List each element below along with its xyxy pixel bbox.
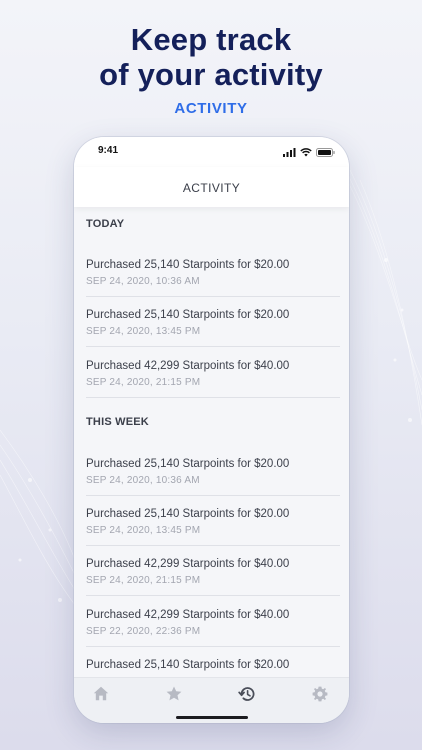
item-date: SEP 24, 2020, 21:15 PM <box>86 575 201 586</box>
list-item[interactable]: Purchased 25,140 Starpoints for $20.00 <box>86 647 340 677</box>
item-date: SEP 22, 2020, 22:36 PM <box>86 626 201 637</box>
item-title: Purchased 25,140 Starpoints for $20.00 <box>86 458 290 470</box>
item-date: SEP 24, 2020, 10:36 AM <box>86 276 200 287</box>
signal-icon <box>283 144 296 162</box>
home-icon <box>93 686 109 706</box>
item-date: SEP 24, 2020, 13:45 PM <box>86 525 201 536</box>
phone-frame: 9:41 ACTIVITY TODAY Purchased 25,140 Sta… <box>74 137 349 723</box>
nav-title: ACTIVITY <box>182 181 241 195</box>
battery-icon <box>316 144 335 162</box>
tab-settings[interactable] <box>310 686 330 706</box>
activity-list[interactable]: TODAY Purchased 25,140 Starpoints for $2… <box>74 207 349 677</box>
item-title: Purchased 25,140 Starpoints for $20.00 <box>86 259 290 271</box>
item-date: SEP 24, 2020, 13:45 PM <box>86 326 201 337</box>
headline-line-2: of your activity <box>99 57 323 92</box>
status-icons <box>283 144 335 162</box>
star-icon <box>166 686 182 706</box>
headline-line-1: Keep track <box>130 22 292 57</box>
tab-favorites[interactable] <box>164 686 184 706</box>
tab-bar <box>74 677 349 723</box>
nav-header: ACTIVITY <box>74 167 349 207</box>
wifi-icon <box>300 144 312 162</box>
section-title-today: TODAY <box>86 218 125 230</box>
section-title-this-week: THIS WEEK <box>86 416 149 428</box>
item-date: SEP 24, 2020, 10:36 AM <box>86 475 200 486</box>
list-item[interactable]: Purchased 25,140 Starpoints for $20.00 S… <box>86 247 340 297</box>
item-title: Purchased 42,299 Starpoints for $40.00 <box>86 558 290 570</box>
home-indicator <box>176 716 248 719</box>
item-title: Purchased 42,299 Starpoints for $40.00 <box>86 609 290 621</box>
status-bar: 9:41 <box>74 137 349 167</box>
item-title: Purchased 25,140 Starpoints for $20.00 <box>86 508 290 520</box>
history-icon <box>238 686 256 707</box>
tab-home[interactable] <box>91 686 111 706</box>
item-title: Purchased 42,299 Starpoints for $40.00 <box>86 360 290 372</box>
gear-icon <box>312 686 328 707</box>
tab-activity[interactable] <box>237 686 257 706</box>
item-title: Purchased 25,140 Starpoints for $20.00 <box>86 309 290 321</box>
list-item[interactable]: Purchased 42,299 Starpoints for $40.00 S… <box>86 348 340 398</box>
page-headline: Keep track of your activity <box>0 22 422 92</box>
list-item[interactable]: Purchased 42,299 Starpoints for $40.00 S… <box>86 597 340 647</box>
list-item[interactable]: Purchased 42,299 Starpoints for $40.00 S… <box>86 546 340 596</box>
list-item[interactable]: Purchased 25,140 Starpoints for $20.00 S… <box>86 446 340 496</box>
item-title: Purchased 25,140 Starpoints for $20.00 <box>86 659 290 671</box>
status-time: 9:41 <box>98 145 119 156</box>
item-date: SEP 24, 2020, 21:15 PM <box>86 377 201 388</box>
list-item[interactable]: Purchased 25,140 Starpoints for $20.00 S… <box>86 496 340 546</box>
page-subhead: ACTIVITY <box>174 100 248 117</box>
list-item[interactable]: Purchased 25,140 Starpoints for $20.00 S… <box>86 297 340 347</box>
